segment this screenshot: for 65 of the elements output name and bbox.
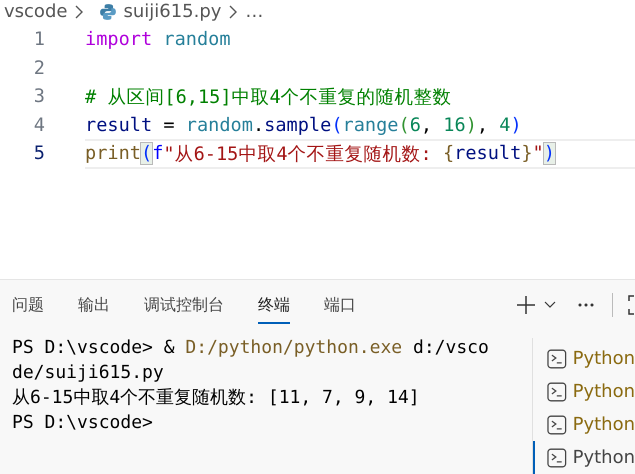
code-token: { bbox=[442, 143, 454, 164]
code-token: = bbox=[162, 114, 176, 136]
terminal-text: PS D:\vscode> bbox=[12, 412, 153, 433]
code-token: , bbox=[476, 114, 490, 136]
code-token: } bbox=[521, 143, 533, 164]
code-token: random bbox=[163, 29, 231, 50]
line-number: 4 bbox=[32, 114, 46, 136]
code-token: random bbox=[186, 114, 253, 136]
terminal-list-item[interactable]: Python bbox=[533, 342, 635, 375]
code-token: result bbox=[85, 114, 152, 136]
code-token: "从6-15中取4个不重复随机数: bbox=[163, 142, 433, 166]
line-number: 2 bbox=[32, 58, 46, 78]
terminal-name: Python bbox=[572, 348, 635, 369]
code-token: ( bbox=[331, 114, 343, 136]
code-token: . bbox=[252, 114, 264, 136]
breadcrumb-file[interactable]: suiji615.py bbox=[123, 1, 222, 22]
terminal-text: d:/vsco bbox=[412, 337, 489, 358]
terminal-name: Python bbox=[572, 381, 635, 402]
panel-tab[interactable]: 调试控制台 bbox=[144, 286, 224, 324]
line-number: 3 bbox=[32, 86, 46, 107]
terminal-icon bbox=[547, 382, 567, 402]
panel-tab[interactable]: 终端 bbox=[258, 286, 290, 324]
terminal-text: de/suiji615.py bbox=[12, 362, 164, 383]
code-token: 6 bbox=[410, 114, 421, 136]
breadcrumb-folder[interactable]: vscode bbox=[4, 1, 68, 22]
code-token: ( bbox=[398, 114, 410, 136]
terminal-name: Python bbox=[572, 414, 635, 435]
code-token: sample bbox=[264, 114, 332, 136]
code-token: range bbox=[342, 114, 398, 136]
chevron-icon bbox=[229, 4, 238, 19]
terminal-name: Python bbox=[572, 447, 635, 468]
terminal-list-item[interactable]: Python bbox=[533, 408, 635, 441]
terminal-text: D:/python/python.exe bbox=[185, 337, 402, 358]
code-token: print bbox=[85, 143, 141, 164]
terminal-list-item[interactable]: Python bbox=[533, 441, 635, 474]
code-token: ) bbox=[510, 114, 522, 136]
terminal-icon bbox=[547, 448, 567, 468]
line-number: 5 bbox=[32, 143, 46, 164]
code-token: ) bbox=[466, 114, 477, 136]
line-number: 1 bbox=[32, 29, 46, 50]
code-token: import bbox=[85, 29, 154, 50]
code-token: ) bbox=[544, 143, 555, 164]
panel-tab[interactable]: 输出 bbox=[78, 286, 110, 324]
code-token: , bbox=[420, 114, 434, 136]
panel-tab[interactable]: 端口 bbox=[324, 286, 356, 324]
terminal-text: PS D:\vscode> & bbox=[12, 337, 176, 358]
add-icon[interactable] bbox=[516, 295, 536, 315]
code-comment: # 从区间[6,15]中取4个不重复的随机整数 bbox=[85, 86, 452, 110]
terminal-list-item[interactable]: Python bbox=[533, 375, 635, 408]
chevron-icon bbox=[75, 4, 84, 19]
chevron-down-icon[interactable] bbox=[544, 301, 556, 309]
panel-tab[interactable]: 问题 bbox=[12, 286, 44, 324]
code-token: 4 bbox=[499, 114, 510, 136]
code-token: result bbox=[454, 143, 522, 164]
code-token: f bbox=[152, 143, 164, 164]
maximize-icon[interactable] bbox=[627, 295, 635, 315]
terminal-text: 从6-15中取4个不重复随机数: [11, 7, 9, 14] bbox=[12, 387, 420, 408]
breadcrumb-more[interactable]: … bbox=[245, 1, 264, 22]
more-icon[interactable] bbox=[578, 303, 594, 307]
terminal-icon bbox=[547, 348, 567, 368]
terminal-icon bbox=[547, 414, 567, 434]
code-token: 16 bbox=[443, 114, 466, 136]
code-token: " bbox=[532, 143, 544, 164]
python-icon bbox=[99, 2, 118, 21]
code-token: ( bbox=[140, 143, 152, 164]
